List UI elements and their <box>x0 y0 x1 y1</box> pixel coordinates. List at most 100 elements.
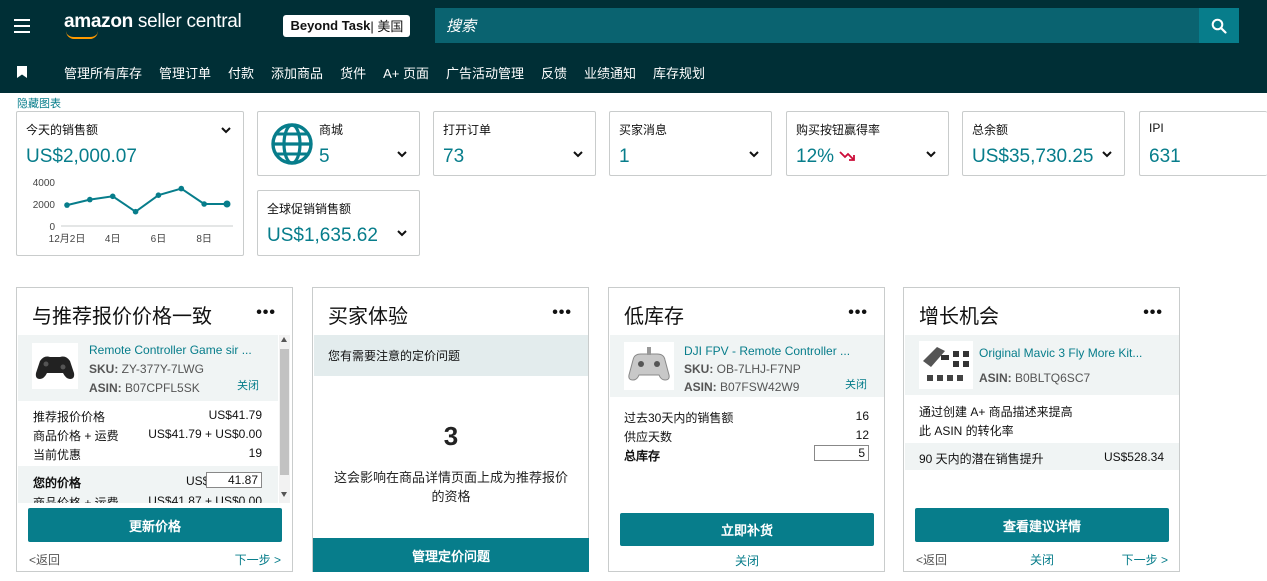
pricing-issue-description: 这会影响在商品详情页面上成为推荐报价的资格 <box>333 470 568 504</box>
top-header: amazon seller central Beyond Task | 美国 搜… <box>0 0 1267 51</box>
chevron-down-icon[interactable] <box>396 148 408 160</box>
recommended-price-row: 推荐报价价格 US$41.79 <box>33 408 262 424</box>
growth-opportunity-card: 增长机会 ••• Original Mavic 3 Fly More Kit..… <box>903 287 1180 572</box>
potential-sales-value: US$528.34 <box>1103 450 1164 464</box>
chevron-down-icon[interactable] <box>572 148 584 160</box>
nav-item-feedback[interactable]: 反馈 <box>541 63 567 82</box>
sales-value: US$2,000.07 <box>26 146 137 167</box>
scrollbar[interactable] <box>279 335 290 503</box>
next-link[interactable]: 下一步 > <box>1122 551 1168 568</box>
product-panel: DJI FPV - Remote Controller ... SKU: OB-… <box>610 335 884 397</box>
y-tick-label: 2000 <box>33 200 56 211</box>
total-inventory-input[interactable]: 5 <box>814 445 869 461</box>
sales-data-point[interactable] <box>87 196 93 203</box>
marketplace-tile[interactable]: 商城 5 <box>257 111 420 176</box>
nav-item-payments[interactable]: 付款 <box>228 63 254 82</box>
chevron-down-icon[interactable] <box>396 227 408 239</box>
trend-down-icon <box>839 151 855 161</box>
chevron-down-icon[interactable] <box>748 148 760 160</box>
product-title-link[interactable]: Remote Controller Game sir ... <box>89 343 252 357</box>
view-suggestion-button[interactable]: 查看建议详情 <box>915 508 1169 542</box>
search-input[interactable]: 搜索 <box>435 8 1199 43</box>
product-asin: ASIN: B0BLTQ6SC7 <box>979 371 1091 385</box>
x-tick-label: 12月2日 <box>49 233 86 245</box>
nav-item-add-product[interactable]: 添加商品 <box>271 63 323 82</box>
global-promo-label: 全球促销销售额 <box>267 202 352 216</box>
more-options-icon[interactable]: ••• <box>848 304 868 322</box>
marketplace-label: 商城 <box>319 123 344 137</box>
nav-item-inventory[interactable]: 管理所有库存 <box>64 63 142 82</box>
nav-item-orders[interactable]: 管理订单 <box>159 63 211 82</box>
sales-data-point[interactable] <box>64 202 70 208</box>
close-link[interactable]: 关闭 <box>845 376 867 392</box>
buyer-experience-card: 买家体验 ••• 您有需要注意的定价问题 3 这会影响在商品详情页面上成为推荐报… <box>312 287 589 572</box>
drone-kit-image <box>919 341 973 389</box>
close-link[interactable]: 关闭 <box>609 552 885 569</box>
search-icon <box>1211 18 1227 34</box>
your-price-label: 您的价格 <box>33 476 82 490</box>
nav-item-aplus[interactable]: A+ 页面 <box>383 63 429 82</box>
nav-item-shipments[interactable]: 货件 <box>340 63 366 82</box>
restock-button[interactable]: 立即补货 <box>620 513 874 546</box>
nav-item-campaigns[interactable]: 广告活动管理 <box>446 63 524 82</box>
price-shipping-row-2: 商品价格 + 运费 US$41.87 + US$0.00 <box>33 494 262 503</box>
chevron-down-icon[interactable] <box>1101 148 1113 160</box>
card-title: 与推荐报价价格一致 <box>32 306 212 328</box>
current-offers-row: 当前优惠 19 <box>33 446 262 462</box>
chevron-down-icon[interactable] <box>220 124 232 136</box>
search-button[interactable] <box>1199 8 1239 43</box>
controller-image <box>624 342 674 390</box>
hide-chart-link[interactable]: 隐藏图表 <box>17 95 61 111</box>
sales-data-point[interactable] <box>155 192 162 198</box>
total-inventory-label: 总库存 <box>624 449 661 463</box>
buybox-tile[interactable]: 购买按钮赢得率 12% <box>786 111 949 176</box>
sales-data-point[interactable] <box>223 200 231 208</box>
store-selector[interactable]: Beyond Task | 美国 <box>283 14 411 37</box>
balance-label: 总余额 <box>972 123 1009 137</box>
scroll-region[interactable]: 推荐报价价格 US$41.79 商品价格 + 运费 US$41.79 + US$0.… <box>18 401 278 503</box>
global-promo-tile[interactable]: 全球促销销售额 US$1,635.62 <box>257 190 420 256</box>
bookmark-icon[interactable] <box>0 66 44 78</box>
more-options-icon[interactable]: ••• <box>552 304 572 322</box>
product-title-link[interactable]: DJI FPV - Remote Controller ... <box>684 344 850 358</box>
pricing-issue-count: 3 <box>443 421 459 451</box>
more-options-icon[interactable]: ••• <box>256 304 276 322</box>
buyer-messages-label: 买家消息 <box>619 123 668 137</box>
scroll-down-icon[interactable] <box>281 492 287 497</box>
product-title-link[interactable]: Original Mavic 3 Fly More Kit... <box>979 346 1142 360</box>
manage-pricing-button[interactable]: 管理定价问题 <box>313 538 589 572</box>
product-panel: Remote Controller Game sir ... SKU: ZY-3… <box>18 335 278 401</box>
scrollbar-thumb[interactable] <box>280 349 289 475</box>
update-price-button[interactable]: 更新价格 <box>28 508 282 542</box>
balance-tile[interactable]: 总余额 US$35,730.25 <box>962 111 1125 176</box>
seller-central-logo[interactable]: amazon seller central <box>64 11 242 41</box>
more-options-icon[interactable]: ••• <box>1143 304 1163 322</box>
pricing-issue-banner: 您有需要注意的定价问题 <box>314 335 588 376</box>
x-tick-label: 4日 <box>105 234 121 245</box>
ipi-tile[interactable]: IPI 631 <box>1139 111 1267 176</box>
sales-tile[interactable]: 今天的销售额 US$2,000.07 0 2000 4000 12月2日 4日 6日 8日 <box>16 111 244 256</box>
global-promo-value: US$1,635.62 <box>267 225 378 246</box>
nav-item-inventory-planning[interactable]: 库存规划 <box>653 63 705 82</box>
sales-data-point[interactable] <box>109 193 116 200</box>
menu-icon[interactable] <box>0 0 44 51</box>
open-orders-label: 打开订单 <box>443 123 492 137</box>
price-shipping-row: 商品价格 + 运费 US$41.79 + US$0.00 <box>33 427 262 443</box>
back-link[interactable]: <返回 <box>29 551 60 568</box>
store-region: | 美国 <box>370 19 404 34</box>
open-orders-tile[interactable]: 打开订单 73 <box>433 111 596 176</box>
days-of-supply-row: 供应天数 12 <box>624 428 869 444</box>
sales-data-point[interactable] <box>201 201 207 207</box>
y-tick-label: 0 <box>49 222 55 233</box>
y-tick-label: 4000 <box>33 178 56 189</box>
nav-item-performance[interactable]: 业绩通知 <box>584 63 636 82</box>
scroll-up-icon[interactable] <box>281 337 287 342</box>
buyer-messages-tile[interactable]: 买家消息 1 <box>609 111 772 176</box>
next-link[interactable]: 下一步 > <box>235 551 281 568</box>
sales-data-point[interactable] <box>178 185 185 192</box>
close-link[interactable]: 关闭 <box>237 377 259 393</box>
sales-data-point[interactable] <box>132 208 139 215</box>
your-price-input[interactable]: 41.87 <box>206 472 262 488</box>
chevron-down-icon[interactable] <box>925 148 937 160</box>
ipi-value: 631 <box>1149 146 1181 167</box>
